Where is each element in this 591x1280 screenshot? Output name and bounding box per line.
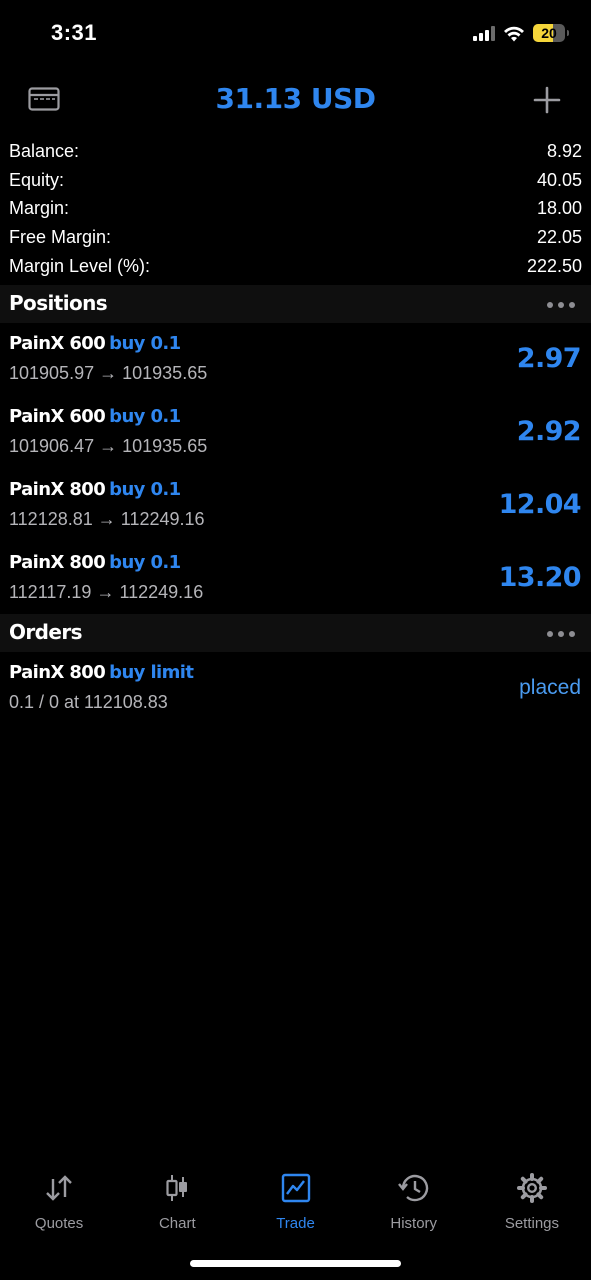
status-icons: 20 [473,24,569,42]
summary-value: 22.05 [536,227,582,248]
arrow-right-icon: → [96,582,115,602]
tab-chart[interactable]: Chart [118,1165,236,1245]
order-detail: 0.1 / 0 at 112108.83 [9,692,168,712]
battery-level: 20 [541,25,557,41]
settings-gear-icon [516,1171,548,1205]
home-indicator[interactable] [190,1260,401,1267]
status-bar: 3:31 20 [0,0,591,72]
position-profit: 13.20 [498,562,582,593]
position-type: buy 0.1 [109,552,181,573]
more-options-icon[interactable] [547,631,575,637]
arrow-right-icon: → [99,363,118,383]
position-symbol: PainX 800 [9,479,106,500]
position-profit: 2.97 [516,343,582,374]
summary-value: 8.92 [546,141,582,161]
position-row[interactable]: PainX 600 buy 0.1 101905.97 → 101935.65 2… [0,323,591,396]
chart-candles-icon [164,1171,190,1205]
position-type: buy 0.1 [109,406,181,427]
tab-quotes[interactable]: Quotes [0,1165,118,1245]
wifi-icon [504,26,524,41]
position-type: buy 0.1 [109,479,181,500]
arrow-right-icon: → [97,509,116,529]
tab-trade[interactable]: Trade [236,1165,354,1245]
summary-label: Margin Level (%): [9,255,151,276]
tab-history[interactable]: History [355,1165,473,1245]
account-equity-title: 31.13 USD [215,82,376,115]
position-row[interactable]: PainX 800 buy 0.1 112117.19 → 112249.16 1… [0,542,591,615]
position-symbol: PainX 600 [9,406,106,427]
position-open-price: 112128.81 [9,509,93,529]
position-row[interactable]: PainX 600 buy 0.1 101906.47 → 101935.65 2… [0,396,591,469]
position-open-price: 101905.97 [9,363,95,383]
summary-label: Balance: [9,141,80,161]
order-symbol: PainX 800 [9,662,106,683]
quotes-arrows-icon [43,1171,75,1205]
tab-label: Chart [158,1215,196,1232]
summary-row-equity: Equity: 40.05 [9,166,582,195]
position-open-price: 101906.47 [9,436,95,456]
orders-title: Orders [9,620,83,644]
history-clock-icon [397,1171,431,1205]
account-summary: Balance: 8.92 Equity: 40.05 Margin: 18.0… [9,137,582,280]
summary-value: 222.50 [526,255,582,276]
position-symbol: PainX 800 [9,552,106,573]
tab-label: History [390,1215,438,1232]
position-type: buy 0.1 [109,333,181,354]
tab-settings[interactable]: Settings [473,1165,591,1245]
summary-row-balance: Balance: 8.92 [9,137,582,166]
trade-chart-icon [281,1171,311,1205]
order-status: placed [519,676,581,699]
position-current-price: 101935.65 [122,436,208,456]
header: 31.13 USD [0,72,591,128]
order-type: buy limit [109,662,194,683]
summary-row-margin-level: Margin Level (%): 222.50 [9,252,582,281]
cellular-signal-icon [473,25,495,41]
tab-bar: Quotes Chart Trade History Settings [0,1165,591,1245]
position-current-price: 101935.65 [122,363,208,383]
position-row[interactable]: PainX 800 buy 0.1 112128.81 → 112249.16 1… [0,469,591,542]
position-symbol: PainX 600 [9,333,106,354]
positions-section-header: Positions [0,285,591,323]
summary-row-free-margin: Free Margin: 22.05 [9,223,582,252]
summary-value: 40.05 [536,169,582,190]
battery-icon: 20 [533,24,569,42]
position-current-price: 112249.16 [120,509,205,529]
orders-section-header: Orders [0,614,591,652]
position-profit: 12.04 [498,489,582,520]
order-row[interactable]: PainX 800 buy limit 0.1 / 0 at 112108.83 … [0,652,591,722]
more-options-icon[interactable] [547,302,575,308]
positions-title: Positions [9,291,108,315]
summary-label: Margin: [9,198,70,219]
tab-label: Quotes [34,1215,84,1232]
summary-label: Equity: [9,169,65,190]
tab-label: Settings [504,1215,560,1232]
plus-icon[interactable] [533,86,561,119]
tab-label: Trade [276,1215,315,1232]
position-current-price: 112249.16 [119,582,204,602]
position-profit: 2.92 [516,416,582,447]
summary-row-margin: Margin: 18.00 [9,194,582,223]
arrow-right-icon: → [99,436,118,456]
status-time: 3:31 [51,20,98,45]
summary-value: 18.00 [536,198,582,219]
position-open-price: 112117.19 [9,582,92,602]
summary-label: Free Margin: [9,227,112,248]
